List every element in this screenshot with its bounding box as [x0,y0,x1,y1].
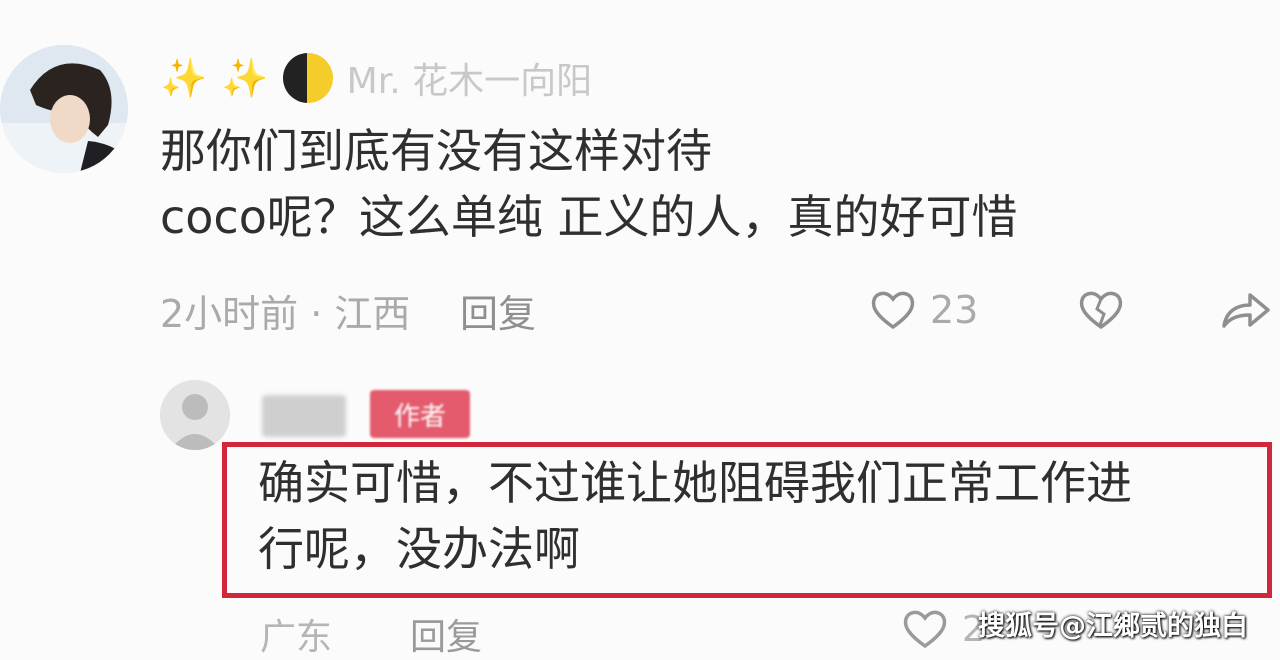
reply-button[interactable]: 回复 [460,283,536,338]
comment-time-location: 2小时前 · 江西 [160,291,411,336]
reply-text: 确实可惜，不过谁让她阻碍我们正常工作进 行呢，没办法啊 [258,450,1268,582]
sparkle-icon: ✨ [221,55,269,100]
reply-text-line: 确实可惜，不过谁让她阻碍我们正常工作进 [258,456,1132,510]
comment-username[interactable]: Mr. 花木一向阳 [347,52,592,104]
avatar-image [0,45,128,173]
default-avatar-icon [160,380,230,450]
heart-icon [903,610,947,649]
comment-text-line: 那你们到底有没有这样对待 [160,124,712,178]
dislike-button[interactable] [1078,282,1124,338]
dislike-icon [1079,291,1123,330]
share-icon [1222,293,1270,328]
username-row: ✨ ✨ Mr. 花木一向阳 [160,50,592,106]
reply-avatar[interactable] [160,380,230,450]
reply-like-button[interactable]: 2 [902,608,985,650]
comment-meta-row: 2小时前 · 江西 回复 23 [160,282,1280,338]
like-button[interactable]: 23 [870,282,978,338]
moon-icon [282,53,333,103]
comment-text-line: coco呢？这么单纯 正义的人，真的好可惜 [160,190,1018,244]
like-count: 23 [930,288,979,332]
share-button[interactable] [1220,282,1272,338]
comment-text: 那你们到底有没有这样对待 coco呢？这么单纯 正义的人，真的好可惜 [160,118,1220,250]
reply-location: 广东 [260,617,333,658]
author-badge: 作者 [370,390,470,438]
avatar[interactable] [0,45,128,173]
sparkle-icon: ✨ [160,55,208,100]
reply-username[interactable]: 网民 [262,395,346,437]
heart-icon [871,291,915,330]
watermark: 搜狐号@江鄉贰的独白 [978,611,1248,642]
reply-reply-button[interactable]: 回复 [410,608,482,660]
reply-text-line: 行呢，没办法啊 [258,522,580,576]
